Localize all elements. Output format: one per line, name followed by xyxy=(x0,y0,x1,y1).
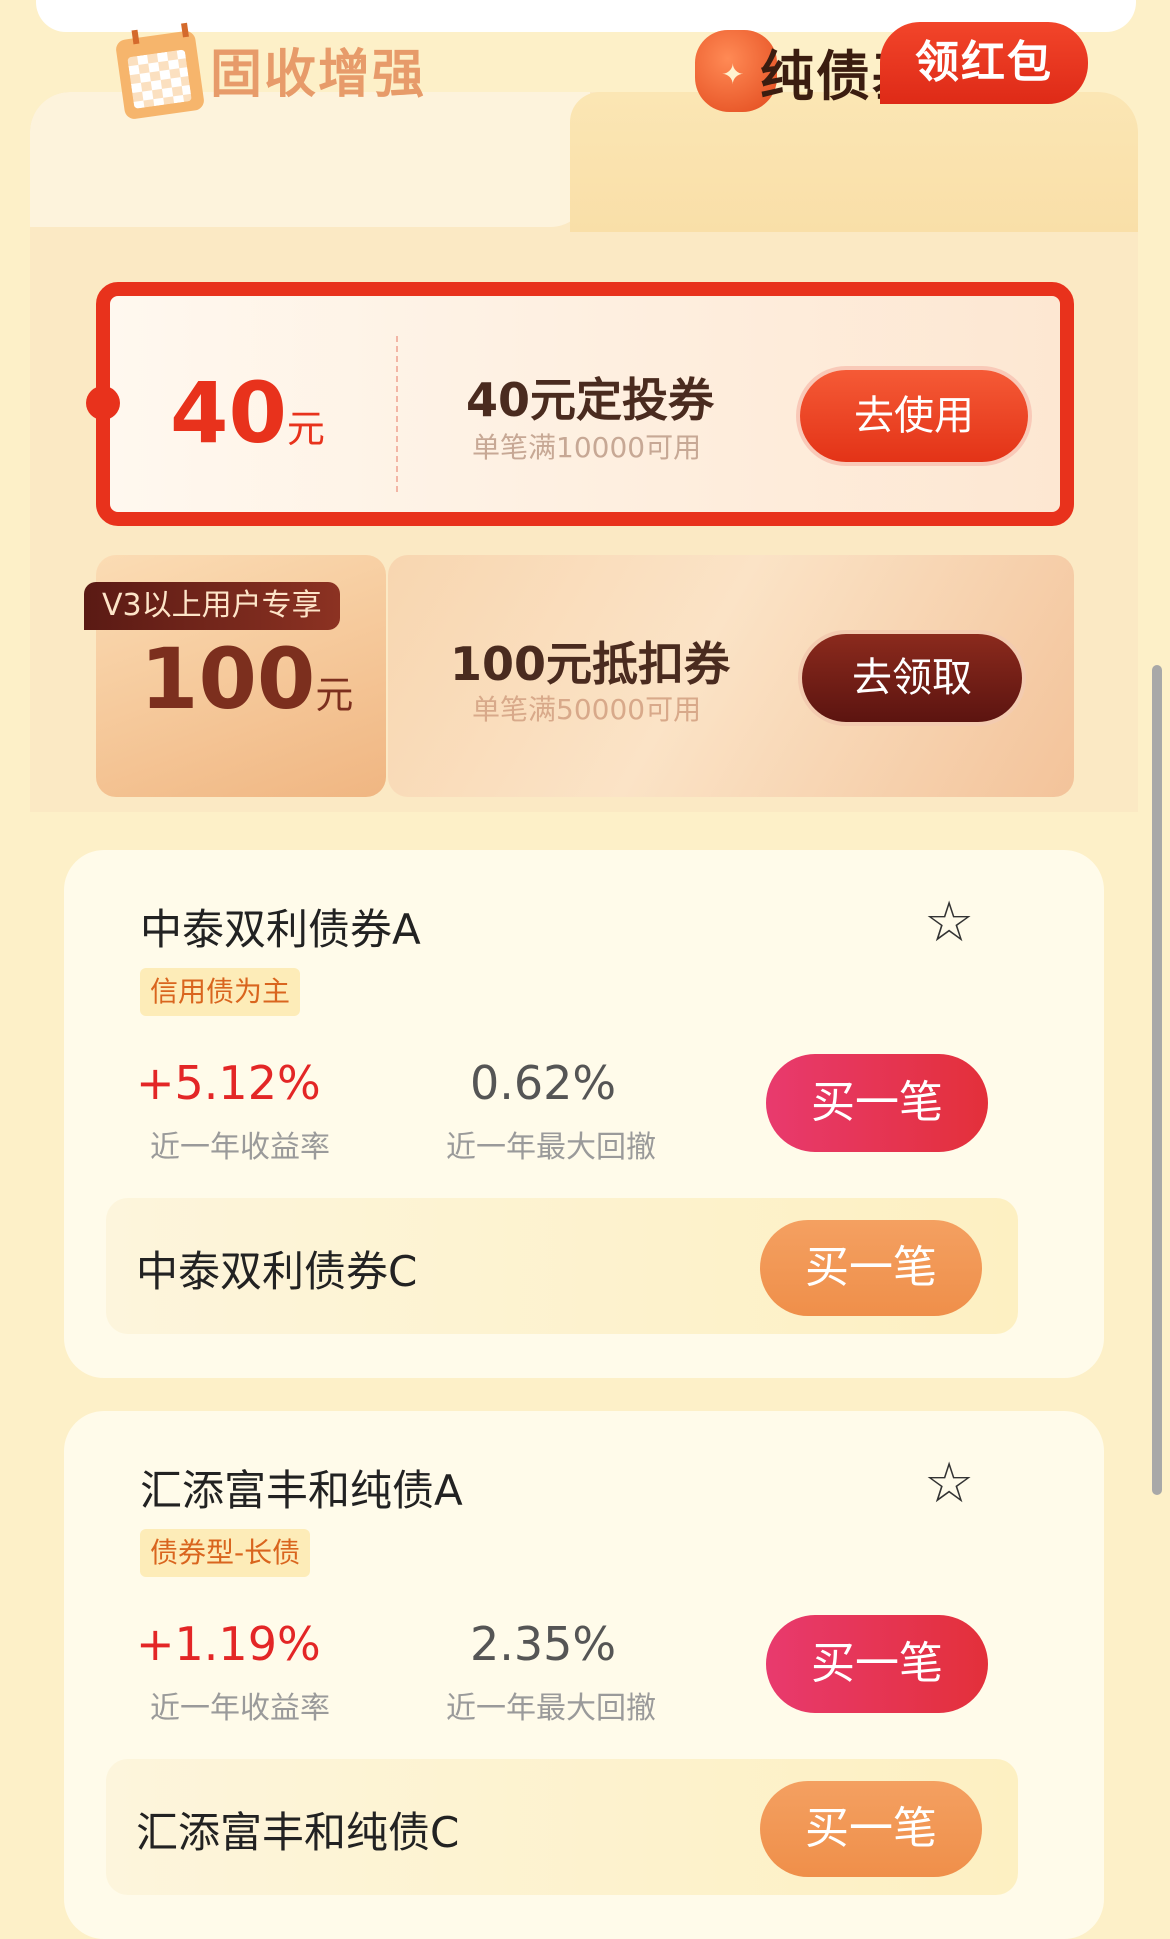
coupon-notch xyxy=(86,386,120,420)
tab-fixed-income-plus[interactable] xyxy=(30,92,590,227)
claim-coupon-button[interactable]: 去领取 xyxy=(802,634,1022,722)
tab-pure-bond-fund[interactable] xyxy=(570,92,1138,232)
star-icon[interactable]: ☆ xyxy=(924,890,974,955)
calendar-icon xyxy=(114,29,206,121)
fund-share-c-name[interactable]: 汇添富丰和纯债C xyxy=(136,1799,459,1860)
fund-drawdown-label: 近一年最大回撤 xyxy=(446,1130,656,1165)
buy-button[interactable]: 买一笔 xyxy=(766,1054,988,1152)
coupon-100-amount: 100元 xyxy=(140,630,354,728)
coupon-40: 40元 40元定投券 单笔满10000可用 去使用 xyxy=(86,282,1074,526)
fund-return-label: 近一年收益率 xyxy=(150,1691,330,1726)
fund-drawdown-label: 近一年最大回撤 xyxy=(446,1691,656,1726)
fund-drawdown: 2.35% xyxy=(470,1617,617,1671)
fund-share-c-row[interactable]: 中泰双利债券C 买一笔 xyxy=(106,1198,1018,1334)
coupon-100-condition: 单笔满50000可用 xyxy=(472,693,702,726)
use-coupon-button[interactable]: 去使用 xyxy=(800,370,1028,462)
fund-card: 中泰双利债券A 信用债为主 ☆ +5.12% 近一年收益率 0.62% 近一年最… xyxy=(64,850,1104,1378)
coupon-condition: 单笔满10000可用 xyxy=(472,431,702,464)
buy-share-c-button[interactable]: 买一笔 xyxy=(760,1781,982,1877)
scrollbar[interactable] xyxy=(1152,665,1162,1495)
coupon-title: 40元定投券 xyxy=(466,373,715,427)
fund-name[interactable]: 汇添富丰和纯债A xyxy=(140,1457,463,1518)
red-packet-badge[interactable]: 领红包 xyxy=(880,22,1088,104)
fund-return-label: 近一年收益率 xyxy=(150,1130,330,1165)
tab-fixed-income-plus-label[interactable]: 固收增强 xyxy=(210,32,426,107)
fund-name[interactable]: 中泰双利债券A xyxy=(140,896,421,957)
buy-button[interactable]: 买一笔 xyxy=(766,1615,988,1713)
fund-share-c-row[interactable]: 汇添富丰和纯债C 买一笔 xyxy=(106,1759,1018,1895)
vip-only-badge: V3以上用户专享 xyxy=(84,582,340,630)
fund-return-rate: +1.19% xyxy=(136,1617,321,1671)
coupon-100-title: 100元抵扣券 xyxy=(450,637,731,691)
fund-return-rate: +5.12% xyxy=(136,1056,321,1110)
fund-drawdown: 0.62% xyxy=(470,1056,617,1110)
fund-tag: 债券型-长债 xyxy=(140,1529,311,1577)
coupon-divider xyxy=(396,336,398,492)
fund-card: 汇添富丰和纯债A 债券型-长债 ☆ +1.19% 近一年收益率 2.35% 近一… xyxy=(64,1411,1104,1939)
buy-share-c-button[interactable]: 买一笔 xyxy=(760,1220,982,1316)
coupon-amount: 40元 xyxy=(170,364,325,462)
star-icon[interactable]: ☆ xyxy=(924,1451,974,1516)
fund-share-c-name[interactable]: 中泰双利债券C xyxy=(136,1238,417,1299)
fund-tag: 信用债为主 xyxy=(140,968,301,1016)
